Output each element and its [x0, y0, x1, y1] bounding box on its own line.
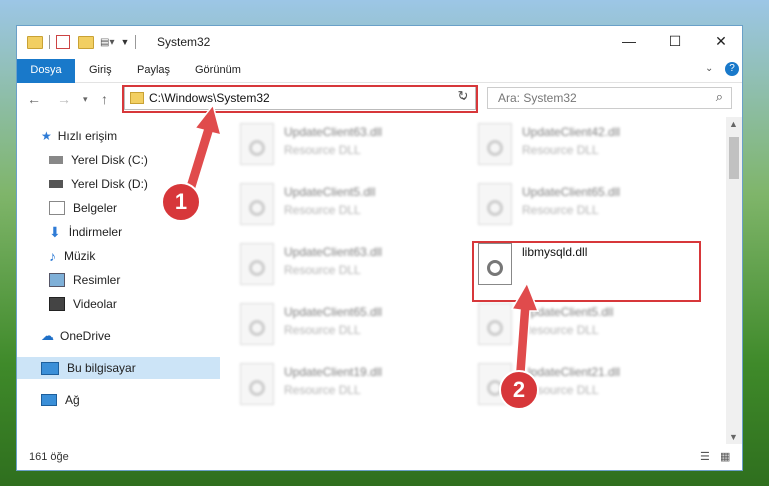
maximize-button[interactable]: ☐	[652, 26, 698, 56]
vertical-scrollbar[interactable]: ▲ ▼	[726, 117, 742, 444]
minimize-button[interactable]: —	[606, 26, 652, 56]
scroll-down-icon[interactable]: ▼	[729, 432, 738, 442]
sidebar-item-disk-c[interactable]: Yerel Disk (C:) 📌	[17, 149, 242, 171]
step-2-badge: 2	[499, 370, 539, 410]
computer-icon	[41, 361, 59, 375]
document-icon	[49, 201, 65, 215]
dll-file-icon	[240, 363, 274, 405]
network-icon	[41, 394, 57, 406]
window-title: System32	[157, 35, 211, 49]
tab-view[interactable]: Görünüm	[183, 59, 253, 82]
status-bar: 161 öğe ☰ ▦	[17, 444, 742, 470]
dropdown-icon[interactable]: ▼	[120, 37, 129, 47]
quick-access-toolbar: ▤▾ ▼	[27, 34, 142, 50]
help-icon[interactable]: ?	[725, 62, 739, 76]
close-button[interactable]: ✕	[698, 26, 742, 56]
back-icon[interactable]: ←	[27, 91, 41, 107]
disk-icon	[49, 180, 63, 188]
file-item[interactable]: UpdateClient21.dll Resource DLL	[458, 357, 688, 407]
properties-icon[interactable]	[56, 35, 70, 49]
dll-file-icon	[478, 183, 512, 225]
file-item[interactable]: UpdateClient5.dll Resource DLL	[220, 177, 450, 227]
recent-locations-icon[interactable]: ▾	[83, 94, 88, 105]
sidebar-item-music[interactable]: ♪ Müzik 📌	[17, 245, 242, 267]
file-highlight	[472, 241, 701, 302]
picture-icon	[49, 273, 65, 287]
sidebar-item-downloads[interactable]: ⬇ İndirmeler 📌	[17, 221, 242, 243]
details-view-icon[interactable]: ☰	[700, 450, 710, 463]
sidebar-item-network[interactable]: Ağ	[17, 389, 234, 411]
large-icons-view-icon[interactable]: ▦	[720, 450, 730, 463]
address-highlight	[122, 85, 478, 113]
sidebar-item-quick-access[interactable]: ★ Hızlı erişim	[17, 125, 234, 147]
sidebar-item-onedrive[interactable]: ☁ OneDrive	[17, 325, 234, 347]
search-icon: ⌕	[715, 89, 723, 104]
navigation-pane: ★ Hızlı erişim Yerel Disk (C:) 📌 Yerel D…	[17, 117, 236, 444]
sidebar-item-disk-d[interactable]: Yerel Disk (D:) 📌	[17, 173, 242, 195]
tab-home[interactable]: Giriş	[77, 59, 124, 82]
customize-icon[interactable]: ▤▾	[100, 37, 114, 48]
sidebar-item-documents[interactable]: Belgeler 📌	[17, 197, 242, 219]
file-item[interactable]: UpdateClient19.dll Resource DLL	[220, 357, 450, 407]
sidebar-item-videos[interactable]: Videolar 📌	[17, 293, 242, 315]
dll-file-icon	[478, 123, 512, 165]
file-item[interactable]: UpdateClient65.dll Resource DLL	[220, 297, 450, 347]
file-item[interactable]: UpdateClient5.dll Resource DLL	[458, 297, 688, 347]
ribbon: Dosya Giriş Paylaş Görünüm ⌄ ?	[17, 59, 742, 109]
file-item[interactable]: UpdateClient63.dll Resource DLL	[220, 117, 450, 167]
search-box[interactable]: Ara: System32 ⌕	[487, 87, 732, 109]
step-1-badge: 1	[161, 182, 201, 222]
expand-ribbon-icon[interactable]: ⌄	[705, 63, 713, 74]
scroll-up-icon[interactable]: ▲	[729, 119, 738, 129]
dll-file-icon	[240, 123, 274, 165]
tab-share[interactable]: Paylaş	[125, 59, 182, 82]
explorer-window: ▤▾ ▼ System32 — ☐ ✕ Dosya Giriş Paylaş G…	[16, 25, 743, 471]
file-item[interactable]: UpdateClient42.dll Resource DLL	[458, 117, 688, 167]
dll-file-icon	[478, 303, 512, 345]
forward-icon[interactable]: →	[57, 91, 71, 107]
file-item[interactable]: UpdateClient65.dll Resource DLL	[458, 177, 688, 227]
sidebar-item-this-pc[interactable]: Bu bilgisayar	[17, 357, 234, 379]
cloud-icon: ☁	[41, 328, 54, 343]
download-icon: ⬇	[49, 223, 61, 240]
music-icon: ♪	[49, 248, 56, 264]
dll-file-icon	[240, 183, 274, 225]
video-icon	[49, 297, 65, 311]
sidebar-item-pictures[interactable]: Resimler 📌	[17, 269, 242, 291]
scroll-thumb[interactable]	[729, 137, 739, 179]
folder-icon	[27, 35, 43, 49]
dll-file-icon	[240, 243, 274, 285]
file-item[interactable]: UpdateClient63.dll Resource DLL	[220, 237, 450, 287]
item-count: 161 öğe	[29, 451, 69, 463]
dll-file-icon	[240, 303, 274, 345]
star-icon: ★	[41, 129, 52, 143]
title-bar: ▤▾ ▼ System32 — ☐ ✕	[17, 26, 742, 59]
disk-icon	[49, 156, 63, 164]
up-icon[interactable]: ↑	[101, 91, 108, 107]
search-placeholder: Ara: System32	[498, 91, 577, 105]
new-folder-icon[interactable]	[78, 35, 94, 49]
